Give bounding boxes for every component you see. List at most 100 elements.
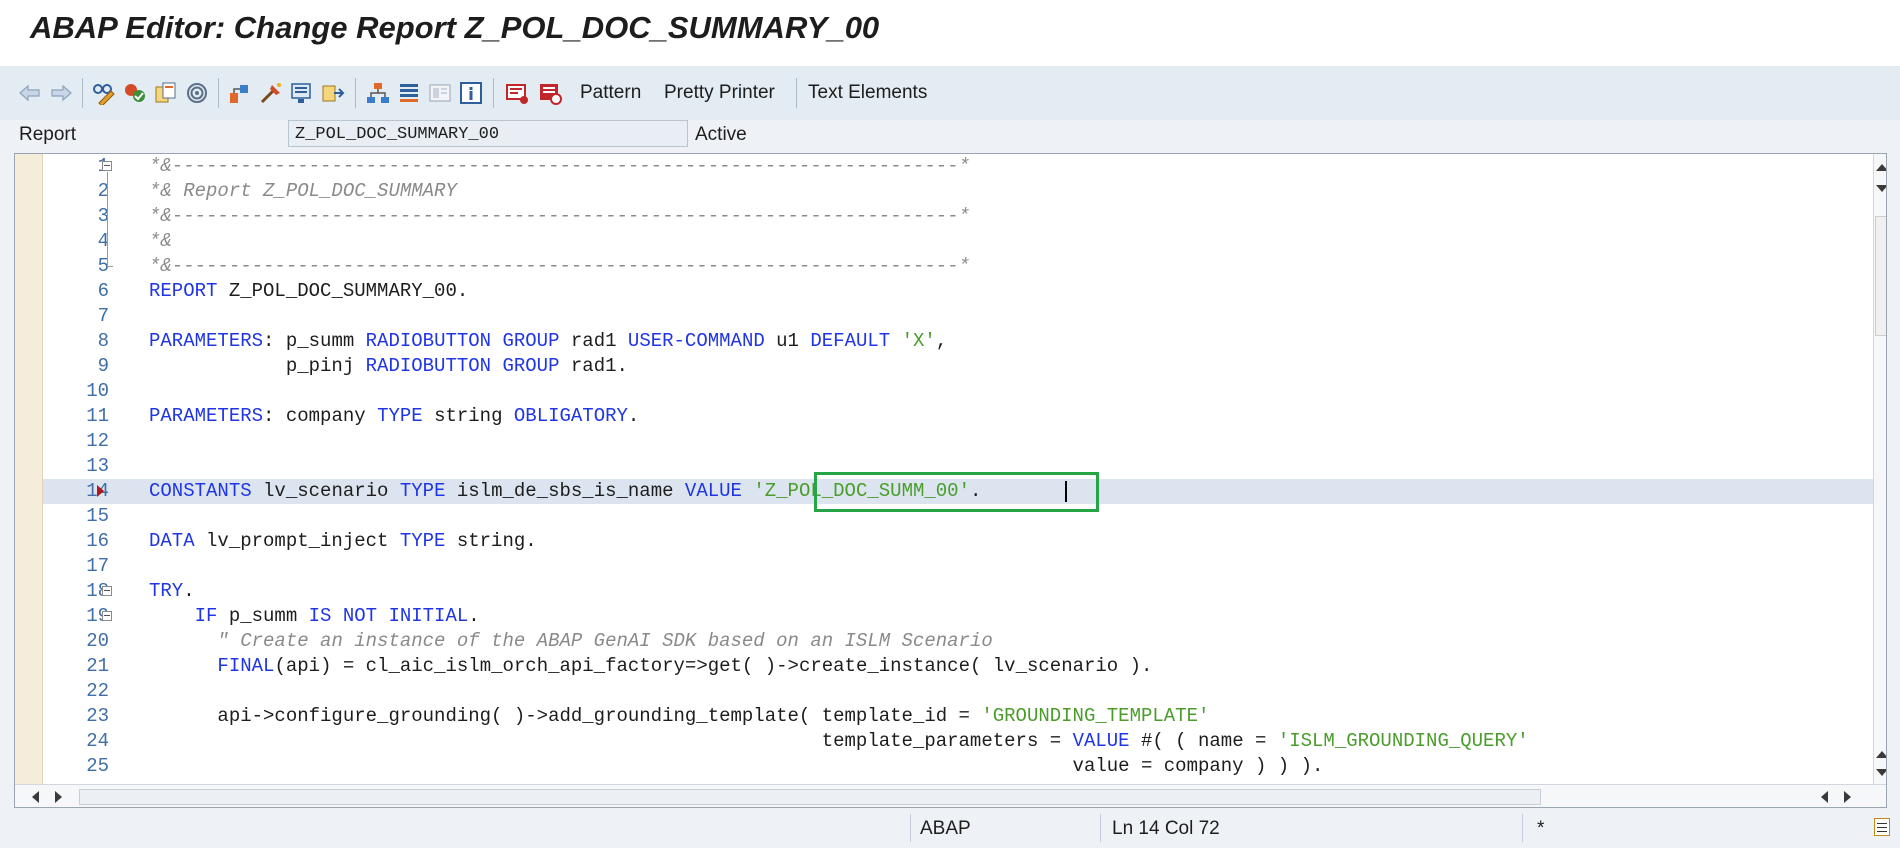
report-name-field[interactable]: Z_POL_DOC_SUMMARY_00 [288, 120, 688, 147]
info-icon[interactable] [457, 76, 485, 110]
copy-objects-icon[interactable] [152, 76, 180, 110]
code-text[interactable]: TRY. [149, 579, 195, 604]
code-text[interactable]: FINAL(api) = cl_aic_islm_orch_api_factor… [149, 654, 1152, 679]
code-text[interactable]: api->configure_grounding( )->add_groundi… [149, 704, 1209, 729]
code-text[interactable]: *&--------------------------------------… [149, 154, 970, 179]
scroll-up-icon[interactable] [1876, 164, 1886, 171]
code-text[interactable]: CONSTANTS lv_scenario TYPE islm_de_sbs_i… [149, 479, 981, 504]
code-text[interactable]: value = company ) ) ). [149, 754, 1324, 779]
code-line[interactable]: 18 TRY. [43, 579, 1873, 604]
scroll-left-icon[interactable] [1821, 791, 1828, 803]
code-text[interactable]: PARAMETERS: p_summ RADIOBUTTON GROUP rad… [149, 329, 947, 354]
text-elements-button[interactable]: Text Elements [808, 82, 927, 104]
code-line[interactable]: 19 IF p_summ IS NOT INITIAL. [43, 604, 1873, 629]
vertical-scrollbar[interactable] [1873, 154, 1886, 784]
code-line[interactable]: 16 DATA lv_prompt_inject TYPE string. [43, 529, 1873, 554]
forward-arrow-icon[interactable] [47, 76, 75, 110]
code-text[interactable]: *& Report Z_POL_DOC_SUMMARY [149, 179, 457, 204]
code-line[interactable]: 6 REPORT Z_POL_DOC_SUMMARY_00. [43, 279, 1873, 304]
line-number: 1 [53, 154, 109, 179]
code-text[interactable]: " Create an instance of the ABAP GenAI S… [149, 629, 993, 654]
pattern-button[interactable]: Pattern [580, 82, 641, 104]
move-object-icon[interactable] [319, 76, 347, 110]
code-line[interactable]: 13 [43, 454, 1873, 479]
code-token: " Create an instance of the ABAP GenAI S… [217, 630, 993, 652]
code-text[interactable]: p_pinj RADIOBUTTON GROUP rad1. [149, 354, 628, 379]
application-toolbar: Pattern Pretty Printer Text Elements [0, 66, 1900, 121]
code-line[interactable]: 20 " Create an instance of the ABAP GenA… [43, 629, 1873, 654]
code-editor[interactable]: 1 *&-------------------------------------… [14, 153, 1887, 808]
code-text[interactable]: IF p_summ IS NOT INITIAL. [149, 604, 480, 629]
line-number: 21 [86, 655, 109, 677]
toolbar-separator [355, 78, 356, 108]
vertical-scroll-thumb[interactable] [1875, 216, 1886, 336]
code-token: IF [194, 605, 218, 627]
scroll-down-icon[interactable] [1876, 769, 1886, 776]
scroll-right-icon[interactable] [1844, 791, 1851, 803]
code-line[interactable]: 2 *& Report Z_POL_DOC_SUMMARY [43, 179, 1873, 204]
code-line[interactable]: 22 [43, 679, 1873, 704]
scroll-left-icon[interactable] [32, 791, 39, 803]
code-line[interactable]: 23 api->configure_grounding( )->add_grou… [43, 704, 1873, 729]
code-line[interactable]: 8 PARAMETERS: p_summ RADIOBUTTON GROUP ra… [43, 329, 1873, 354]
code-line[interactable]: 25 value = company ) ) ). [43, 754, 1873, 779]
code-line[interactable]: 12 [43, 429, 1873, 454]
scroll-down-icon[interactable] [1876, 185, 1886, 192]
code-token: . [969, 480, 982, 502]
code-line[interactable]: 10 [43, 379, 1873, 404]
code-line[interactable]: 4 *& [43, 229, 1873, 254]
toolbar-separator [218, 78, 219, 108]
code-line[interactable]: 15 [43, 504, 1873, 529]
code-text[interactable]: *&--------------------------------------… [149, 204, 970, 229]
scroll-up-icon[interactable] [1876, 751, 1886, 758]
code-text[interactable]: template_parameters = VALUE #( ( name = … [149, 729, 1529, 754]
transport-icon[interactable] [503, 76, 531, 110]
code-token: api->configure_grounding( )->add_groundi… [149, 705, 982, 727]
code-token: *& Report Z_POL_DOC_SUMMARY [149, 180, 457, 202]
spiral-icon[interactable] [183, 76, 211, 110]
code-line[interactable]: 1 *&-------------------------------------… [43, 154, 1873, 179]
code-text[interactable]: *&--------------------------------------… [149, 254, 970, 279]
line-number: 20 [86, 630, 109, 652]
code-text[interactable]: REPORT Z_POL_DOC_SUMMARY_00. [149, 279, 468, 304]
code-line[interactable]: 24 template_parameters = VALUE #( ( name… [43, 729, 1873, 754]
code-token: TRY [149, 580, 184, 602]
scroll-right-icon[interactable] [55, 791, 62, 803]
layout-icon[interactable] [426, 76, 454, 110]
fold-toggle-icon[interactable] [102, 611, 112, 621]
code-token: 'ISLM_GROUNDING_QUERY' [1277, 730, 1529, 752]
code-line[interactable]: 5 *&-------------------------------------… [43, 254, 1873, 279]
window-title: ABAP Editor: Change Report Z_POL_DOC_SUM… [30, 10, 880, 45]
error-log-icon[interactable] [536, 76, 564, 110]
stack-icon[interactable] [395, 76, 423, 110]
code-line[interactable]: 9 p_pinj RADIOBUTTON GROUP rad1. [43, 354, 1873, 379]
code-token: lv_prompt_inject [194, 530, 400, 552]
code-line[interactable]: 3 *&-------------------------------------… [43, 204, 1873, 229]
code-line[interactable]: 14 CONSTANTS lv_scenario TYPE islm_de_sbs… [43, 479, 1873, 504]
code-text[interactable]: *& [149, 229, 172, 254]
code-text[interactable]: PARAMETERS: company TYPE string OBLIGATO… [149, 404, 639, 429]
where-used-icon[interactable] [226, 76, 254, 110]
code-token: api [285, 655, 321, 677]
display-object-icon[interactable] [288, 76, 316, 110]
horizontal-scrollbar[interactable] [15, 784, 1886, 807]
glasses-pencil-icon[interactable] [90, 76, 118, 110]
hierarchy-icon[interactable] [364, 76, 392, 110]
code-line[interactable]: 11 PARAMETERS: company TYPE string OBLIGA… [43, 404, 1873, 429]
code-token: u1 [764, 330, 811, 352]
activate-icon[interactable] [257, 76, 285, 110]
code-line[interactable]: 7 [43, 304, 1873, 329]
check-syntax-icon[interactable] [121, 76, 149, 110]
fold-toggle-icon[interactable] [102, 161, 112, 171]
fold-toggle-icon[interactable] [102, 586, 112, 596]
code-token: RADIOBUTTON GROUP [365, 355, 560, 377]
back-arrow-icon[interactable] [16, 76, 44, 110]
horizontal-scroll-thumb[interactable] [79, 789, 1541, 805]
code-text[interactable]: DATA lv_prompt_inject TYPE string. [149, 529, 537, 554]
code-line[interactable]: 17 [43, 554, 1873, 579]
notes-icon[interactable] [1874, 818, 1890, 836]
breakpoint-gutter[interactable] [15, 154, 43, 784]
status-language: ABAP [920, 818, 971, 839]
code-line[interactable]: 21 FINAL(api) = cl_aic_islm_orch_api_fac… [43, 654, 1873, 679]
pretty-printer-button[interactable]: Pretty Printer [664, 82, 775, 104]
